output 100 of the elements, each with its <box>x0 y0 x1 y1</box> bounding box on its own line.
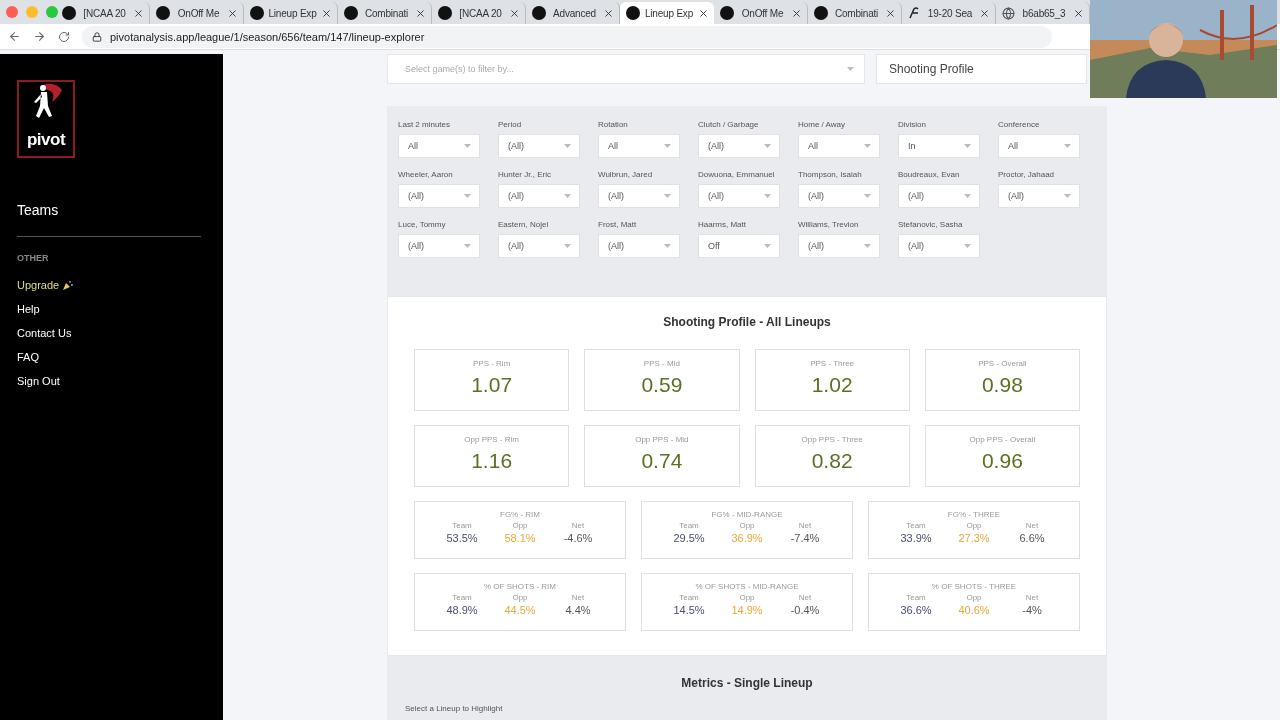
close-icon[interactable] <box>603 7 614 19</box>
filter-select[interactable]: (All) <box>398 184 480 208</box>
filter-select[interactable]: (All) <box>398 234 480 258</box>
teams-heading-link[interactable]: Teams <box>17 202 201 237</box>
filter-select[interactable]: (All) <box>698 134 780 158</box>
stat-value: 1.02 <box>811 373 853 397</box>
nav-link[interactable]: Contact Us <box>17 321 72 345</box>
filter-select[interactable]: (All) <box>498 184 580 208</box>
stat-label: PPS - Overall <box>978 359 1027 368</box>
caret-icon <box>864 194 871 198</box>
filter-select[interactable]: (All) <box>598 234 680 258</box>
column-label: Team <box>679 521 699 530</box>
column-label: Opp <box>739 593 755 602</box>
logo-icon <box>62 6 76 20</box>
browser-tab[interactable]: Lineup Exp <box>620 2 714 24</box>
stat-value: 6.6% <box>1019 532 1045 544</box>
caret-icon <box>1064 144 1071 148</box>
stat-value: 14.5% <box>673 604 705 616</box>
caret-icon <box>764 194 771 198</box>
filter-label: Rotation <box>598 120 629 129</box>
stat-value: 33.9% <box>900 532 932 544</box>
filter-label: Stefanovic, Sasha <box>898 220 964 229</box>
close-icon[interactable] <box>509 7 520 19</box>
filter-label: Williams, Trevion <box>798 220 860 229</box>
logo-icon <box>626 6 640 20</box>
close-icon[interactable] <box>698 7 709 19</box>
filter-label: Boudreaux, Evan <box>898 170 961 179</box>
filter-select[interactable]: (All) <box>498 234 580 258</box>
stat-value: 36.6% <box>900 604 932 616</box>
filter-label: Thompson, Isaiah <box>798 170 863 179</box>
filter-select[interactable]: (All) <box>798 234 880 258</box>
column-label: Team <box>906 593 926 602</box>
back-icon[interactable] <box>8 30 21 43</box>
logo-icon <box>532 6 546 20</box>
url-text: pivotanalysis.app/league/1/season/656/team/147/lineup-explorer <box>110 30 425 43</box>
column-label: Opp <box>512 521 528 530</box>
filter-select[interactable]: Off <box>698 234 780 258</box>
column-label: Net <box>798 593 812 602</box>
filter-select[interactable]: All <box>798 134 880 158</box>
filter-label: Period <box>498 120 523 129</box>
column-label: Team <box>906 521 926 530</box>
caret-icon <box>664 144 671 148</box>
close-icon[interactable] <box>1073 7 1084 19</box>
filter-select[interactable]: (All) <box>898 184 980 208</box>
filter-select[interactable]: (All) <box>898 234 980 258</box>
filter-label: Haarms, Matt <box>698 220 747 229</box>
lock-icon <box>92 31 102 42</box>
stat-value: -0.4% <box>790 604 820 616</box>
column-label: Net <box>1025 521 1039 530</box>
caret-icon <box>847 67 854 71</box>
caret-icon <box>664 194 671 198</box>
nav-link[interactable]: FAQ <box>17 345 39 369</box>
field-label: Select a Lineup to Highlight <box>405 704 504 713</box>
caret-icon <box>764 144 771 148</box>
stat-value: 4.4% <box>565 604 591 616</box>
column-label: Opp <box>739 521 755 530</box>
close-icon[interactable] <box>885 7 896 19</box>
caret-icon <box>464 144 471 148</box>
reload-icon[interactable] <box>58 30 70 43</box>
caret-icon <box>464 244 471 248</box>
logo-icon <box>438 6 452 20</box>
column-label: Net <box>1025 593 1039 602</box>
column-label: Net <box>798 521 812 530</box>
filter-select[interactable]: All <box>998 134 1080 158</box>
filter-select[interactable]: All <box>398 134 480 158</box>
close-icon[interactable] <box>321 7 332 19</box>
nav-link[interactable]: Help <box>17 297 40 321</box>
filter-select[interactable]: In <box>898 134 980 158</box>
column-label: Team <box>452 593 472 602</box>
nav-link[interactable]: Sign Out <box>17 369 60 393</box>
stat-label: Opp PPS - Overall <box>969 435 1036 444</box>
filter-select[interactable]: (All) <box>998 184 1080 208</box>
logo-icon <box>344 6 358 20</box>
nav-link[interactable]: Upgrade <box>17 273 74 297</box>
close-icon[interactable] <box>227 7 238 19</box>
stat-label: FG% - MID-RANGE <box>711 510 783 519</box>
filter-select[interactable]: (All) <box>798 184 880 208</box>
caret-icon <box>864 144 871 148</box>
view-select[interactable]: Shooting Profile <box>876 54 1087 84</box>
filter-select[interactable]: (All) <box>498 134 580 158</box>
caret-icon <box>964 194 971 198</box>
stat-value: 0.96 <box>981 449 1023 473</box>
stat-label: % OF SHOTS - MID-RANGE <box>695 582 799 591</box>
filter-select[interactable]: (All) <box>598 184 680 208</box>
forward-icon[interactable] <box>33 30 46 43</box>
address-field[interactable]: pivotanalysis.app/league/1/season/656/team/147/lineup-explorer <box>82 25 1052 48</box>
filter-select[interactable]: All <box>598 134 680 158</box>
caret-icon <box>1064 194 1071 198</box>
close-icon[interactable] <box>791 7 802 19</box>
close-icon[interactable] <box>133 7 144 19</box>
close-icon[interactable] <box>979 7 990 19</box>
logo-icon <box>720 6 734 20</box>
filter-label: Luce, Tommy <box>398 220 447 229</box>
stat-label: % OF SHOTS - RIM <box>484 582 556 591</box>
filter-label: Frost, Matt <box>598 220 638 229</box>
close-icon[interactable] <box>415 7 426 19</box>
filter-select[interactable]: (All) <box>698 184 780 208</box>
column-label: Opp <box>966 593 982 602</box>
stat-value: 48.9% <box>446 604 478 616</box>
stat-label: FG% - THREE <box>947 510 1001 519</box>
